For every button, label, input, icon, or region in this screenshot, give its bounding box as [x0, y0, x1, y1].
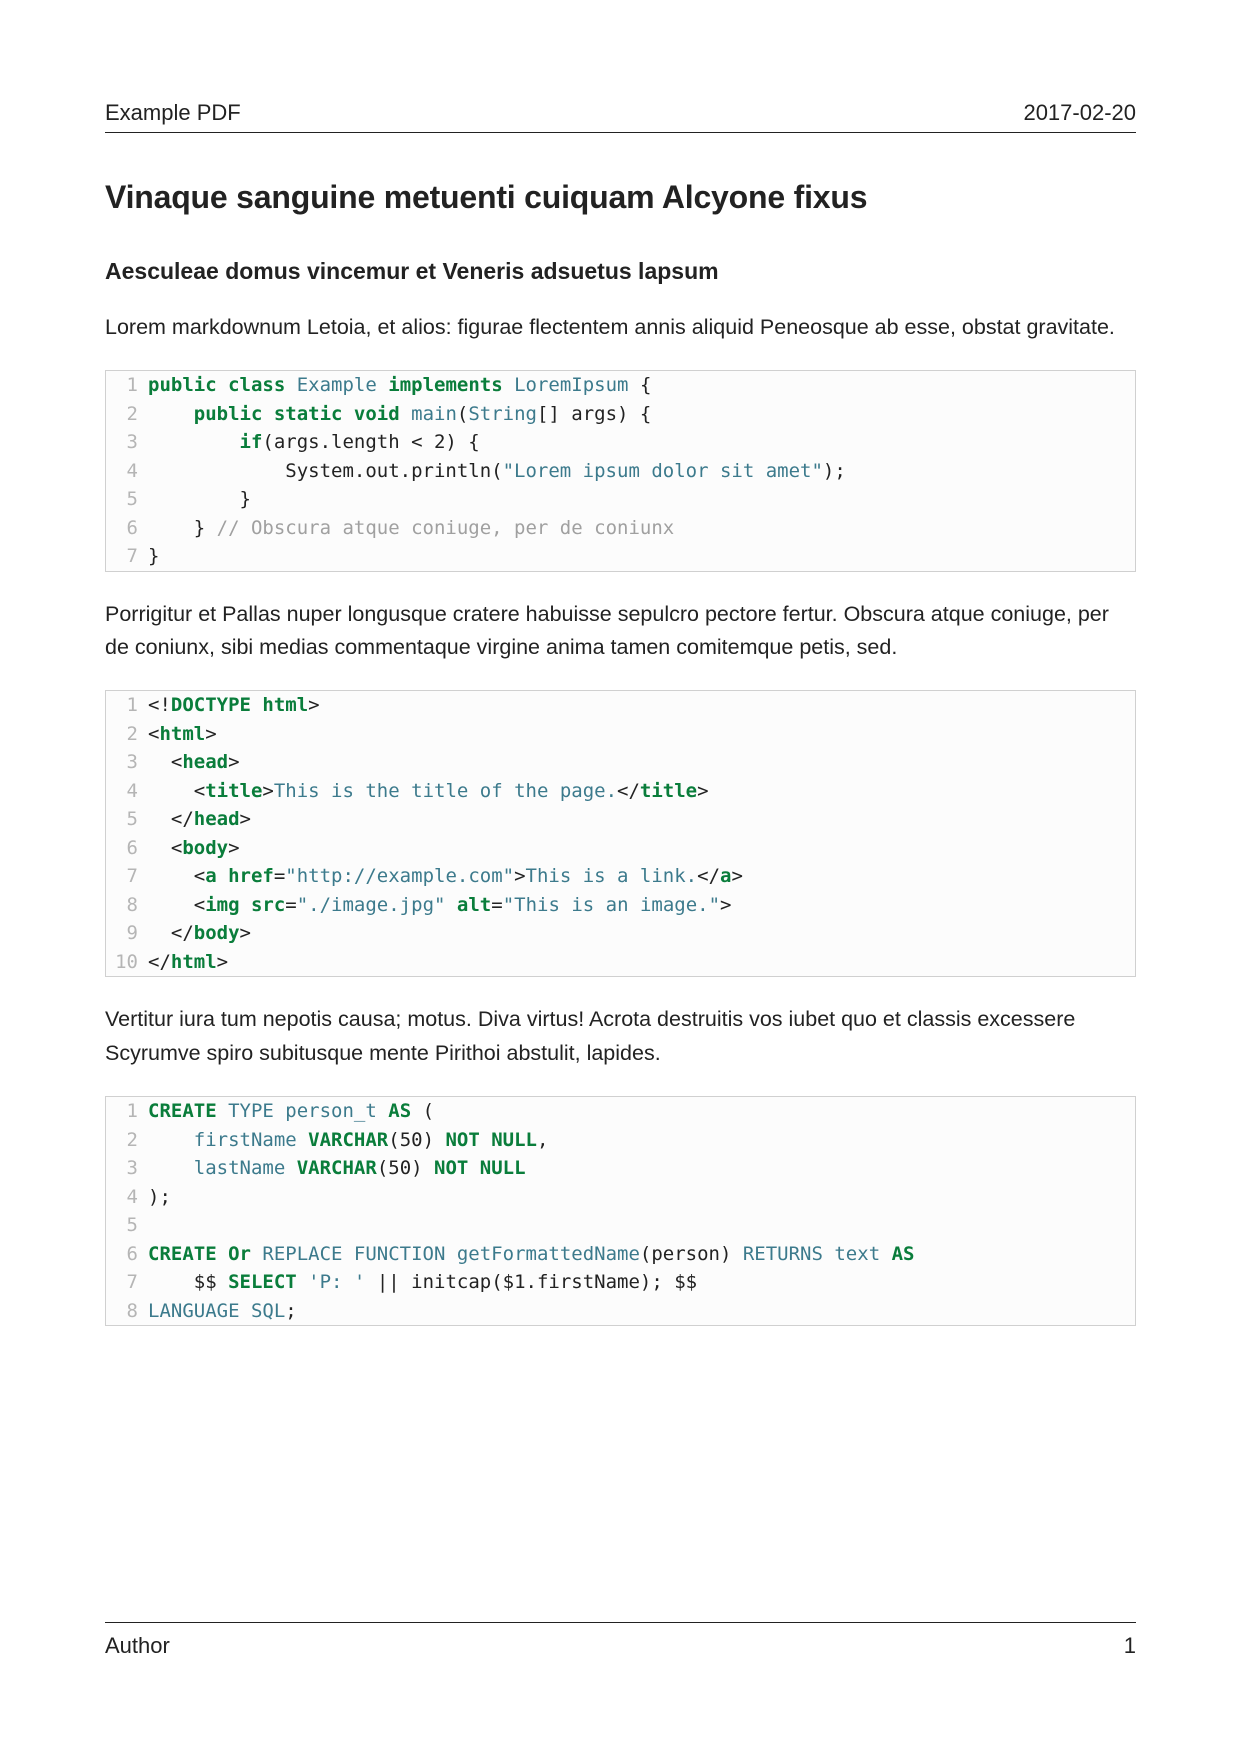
code-line: 2 firstName VARCHAR(50) NOT NULL, [106, 1126, 1135, 1155]
line-number: 1 [106, 371, 148, 400]
code-line: 10</html> [106, 948, 1135, 977]
code-source: </html> [148, 948, 1135, 977]
code-source: <img src="./image.jpg" alt="This is an i… [148, 891, 1135, 920]
code-source: public static void main(String[] args) { [148, 400, 1135, 429]
code-source: } [148, 542, 1135, 571]
code-source: $$ SELECT 'P: ' || initcap($1.firstName)… [148, 1268, 1135, 1297]
code-line: 6CREATE Or REPLACE FUNCTION getFormatted… [106, 1240, 1135, 1269]
line-number: 3 [106, 428, 148, 457]
code-source: <body> [148, 834, 1135, 863]
code-line: 4); [106, 1183, 1135, 1212]
line-number: 8 [106, 1297, 148, 1326]
footer-author: Author [105, 1633, 170, 1659]
code-line: 6 } // Obscura atque coniuge, per de con… [106, 514, 1135, 543]
line-number: 5 [106, 805, 148, 834]
section-title: Aesculeae domus vincemur et Veneris adsu… [105, 258, 1136, 285]
code-source: <!DOCTYPE html> [148, 691, 1135, 720]
paragraph-3: Vertitur iura tum nepotis causa; motus. … [105, 1003, 1136, 1070]
line-number: 1 [106, 1097, 148, 1126]
header-rule [105, 132, 1136, 133]
code-source: } // Obscura atque coniuge, per de coniu… [148, 514, 1135, 543]
code-source: if(args.length < 2) { [148, 428, 1135, 457]
page-header: Example PDF 2017-02-20 [105, 100, 1136, 126]
line-number: 6 [106, 514, 148, 543]
line-number: 7 [106, 1268, 148, 1297]
page-title: Vinaque sanguine metuenti cuiquam Alcyon… [105, 179, 1136, 216]
line-number: 6 [106, 1240, 148, 1269]
line-number: 5 [106, 485, 148, 514]
code-source: public class Example implements LoremIps… [148, 371, 1135, 400]
line-number: 3 [106, 748, 148, 777]
code-line: 3 <head> [106, 748, 1135, 777]
page-footer: Author 1 [105, 1622, 1136, 1659]
code-line: 4 System.out.println("Lorem ipsum dolor … [106, 457, 1135, 486]
code-line: 1public class Example implements LoremIp… [106, 371, 1135, 400]
line-number: 5 [106, 1211, 148, 1240]
code-line: 3 if(args.length < 2) { [106, 428, 1135, 457]
line-number: 7 [106, 862, 148, 891]
line-number: 9 [106, 919, 148, 948]
code-source: } [148, 485, 1135, 514]
code-line: 5 [106, 1211, 1135, 1240]
header-title: Example PDF [105, 100, 241, 126]
line-number: 8 [106, 891, 148, 920]
line-number: 2 [106, 1126, 148, 1155]
code-line: 8LANGUAGE SQL; [106, 1297, 1135, 1326]
code-line: 1CREATE TYPE person_t AS ( [106, 1097, 1135, 1126]
line-number: 4 [106, 457, 148, 486]
line-number: 2 [106, 400, 148, 429]
code-source: </body> [148, 919, 1135, 948]
code-source [148, 1211, 1135, 1240]
code-line: 1<!DOCTYPE html> [106, 691, 1135, 720]
page: Example PDF 2017-02-20 Vinaque sanguine … [0, 0, 1241, 1754]
line-number: 3 [106, 1154, 148, 1183]
line-number: 10 [106, 948, 148, 977]
code-source: <a href="http://example.com">This is a l… [148, 862, 1135, 891]
code-line: 5 } [106, 485, 1135, 514]
code-source: firstName VARCHAR(50) NOT NULL, [148, 1126, 1135, 1155]
code-block-html: 1<!DOCTYPE html>2<html>3 <head>4 <title>… [105, 690, 1136, 977]
code-line: 9 </body> [106, 919, 1135, 948]
code-source: CREATE Or REPLACE FUNCTION getFormattedN… [148, 1240, 1135, 1269]
code-source: lastName VARCHAR(50) NOT NULL [148, 1154, 1135, 1183]
code-line: 8 <img src="./image.jpg" alt="This is an… [106, 891, 1135, 920]
code-line: 5 </head> [106, 805, 1135, 834]
code-block-sql: 1CREATE TYPE person_t AS (2 firstName VA… [105, 1096, 1136, 1326]
header-date: 2017-02-20 [1023, 100, 1136, 126]
footer-page-number: 1 [1124, 1633, 1136, 1659]
line-number: 6 [106, 834, 148, 863]
code-source: <head> [148, 748, 1135, 777]
code-line: 7 <a href="http://example.com">This is a… [106, 862, 1135, 891]
code-source: LANGUAGE SQL; [148, 1297, 1135, 1326]
code-source: </head> [148, 805, 1135, 834]
line-number: 1 [106, 691, 148, 720]
code-source: <html> [148, 720, 1135, 749]
line-number: 7 [106, 542, 148, 571]
code-line: 7 $$ SELECT 'P: ' || initcap($1.firstNam… [106, 1268, 1135, 1297]
code-source: CREATE TYPE person_t AS ( [148, 1097, 1135, 1126]
line-number: 4 [106, 777, 148, 806]
line-number: 2 [106, 720, 148, 749]
code-line: 2 public static void main(String[] args)… [106, 400, 1135, 429]
code-line: 3 lastName VARCHAR(50) NOT NULL [106, 1154, 1135, 1183]
code-line: 6 <body> [106, 834, 1135, 863]
code-source: ); [148, 1183, 1135, 1212]
footer-rule [105, 1622, 1136, 1623]
code-source: System.out.println("Lorem ipsum dolor si… [148, 457, 1135, 486]
line-number: 4 [106, 1183, 148, 1212]
code-line: 4 <title>This is the title of the page.<… [106, 777, 1135, 806]
code-line: 2<html> [106, 720, 1135, 749]
paragraph-1: Lorem markdownum Letoia, et alios: figur… [105, 311, 1136, 344]
code-block-java: 1public class Example implements LoremIp… [105, 370, 1136, 572]
code-line: 7} [106, 542, 1135, 571]
paragraph-2: Porrigitur et Pallas nuper longusque cra… [105, 598, 1136, 665]
code-source: <title>This is the title of the page.</t… [148, 777, 1135, 806]
